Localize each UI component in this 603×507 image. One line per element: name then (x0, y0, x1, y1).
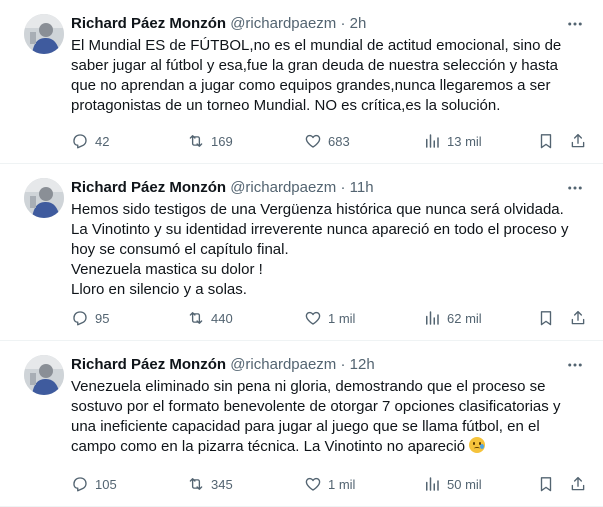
reply-button[interactable]: 95 (71, 306, 109, 330)
retweet-button[interactable]: 440 (187, 306, 233, 330)
tweet[interactable]: Richard Páez Monzón @richardpaezm · 12h … (0, 341, 603, 507)
heart-icon (305, 477, 321, 491)
separator-dot: · (340, 179, 346, 196)
tweet-header: Richard Páez Monzón @richardpaezm · 11h (71, 178, 374, 198)
tweet-text-line: Lloro en silencio y a solas. (71, 281, 247, 298)
profile-photo (24, 355, 64, 395)
author-handle[interactable]: @richardpaezm (230, 356, 336, 373)
more-options-icon[interactable] (563, 12, 587, 36)
retweet-count: 440 (211, 310, 233, 326)
tweet-text: Venezuela eliminado sin pena ni gloria, … (71, 377, 589, 457)
retweet-button[interactable]: 345 (187, 472, 233, 496)
retweet-icon (189, 135, 203, 147)
reply-count: 105 (95, 476, 117, 492)
share-icon (571, 133, 585, 148)
bookmark-icon (540, 311, 552, 326)
share-button[interactable] (569, 472, 587, 496)
heart-icon (305, 311, 321, 325)
tweet-text-line: una ineficiente capacidad para jugar al … (71, 418, 540, 435)
tweet-text-line: campo como en la pizarra técnica. La Vin… (71, 438, 466, 455)
retweet-count: 345 (211, 476, 233, 492)
profile-photo (24, 14, 64, 54)
tweet-text-line: Venezuela mastica su dolor ! (71, 261, 263, 278)
tweet-timestamp[interactable]: 11h (350, 179, 374, 196)
share-button[interactable] (569, 306, 587, 330)
tweet-text-line: que no aprendan a jugar como equipos gra… (71, 77, 551, 94)
author-name[interactable]: Richard Páez Monzón (71, 356, 226, 373)
author-name[interactable]: Richard Páez Monzón (71, 15, 226, 32)
tweet-timestamp[interactable]: 12h (350, 356, 375, 373)
profile-photo (24, 178, 64, 218)
author-handle[interactable]: @richardpaezm (230, 15, 336, 32)
reply-icon (73, 477, 87, 492)
tweet-text-line: La Vinotinto y su identidad irreverente … (71, 221, 569, 238)
view-count: 13 mil (447, 133, 482, 149)
views-chart-icon (426, 311, 439, 325)
tweet-text-line-wrap: campo como en la pizarra técnica. La Vin… (71, 437, 589, 457)
retweet-icon (189, 312, 203, 324)
views-button[interactable]: 62 mil (423, 306, 482, 330)
avatar[interactable] (24, 14, 64, 54)
separator-dot: · (340, 15, 346, 32)
tweet-text-line: El Mundial ES de FÚTBOL,no es el mundial… (71, 37, 562, 54)
bookmark-icon (540, 477, 552, 492)
like-button[interactable]: 1 mil (304, 306, 355, 330)
view-count: 62 mil (447, 310, 482, 326)
author-name[interactable]: Richard Páez Monzón (71, 179, 226, 196)
tweet-text-line: sostuvo por el formato benevolente de ot… (71, 398, 561, 415)
share-icon (571, 476, 585, 491)
retweet-count: 169 (211, 133, 233, 149)
views-button[interactable]: 50 mil (423, 472, 482, 496)
bookmark-button[interactable] (537, 129, 555, 153)
tweet-text: El Mundial ES de FÚTBOL,no es el mundial… (71, 36, 589, 116)
reply-button[interactable]: 105 (71, 472, 117, 496)
reply-count: 42 (95, 133, 110, 149)
tweet-text-line: Venezuela eliminado sin pena ni gloria, … (71, 378, 546, 395)
tweet[interactable]: Richard Páez Monzón @richardpaezm · 2h E… (0, 0, 603, 164)
avatar[interactable] (24, 355, 64, 395)
more-options-icon[interactable] (563, 176, 587, 200)
tweet-text-line: hoy se consumó el capítulo final. (71, 241, 289, 258)
views-button[interactable]: 13 mil (423, 129, 482, 153)
tweet-actions: 42 169 683 13 mil (71, 129, 589, 153)
reply-icon (73, 311, 87, 326)
tweet-header: Richard Páez Monzón @richardpaezm · 12h (71, 355, 375, 375)
like-count: 683 (328, 133, 350, 149)
views-chart-icon (426, 477, 439, 491)
view-count: 50 mil (447, 476, 482, 492)
tweet-header: Richard Páez Monzón @richardpaezm · 2h (71, 14, 366, 34)
like-button[interactable]: 1 mil (304, 472, 355, 496)
bookmark-icon (540, 134, 552, 149)
reply-button[interactable]: 42 (71, 129, 109, 153)
like-count: 1 mil (328, 310, 356, 326)
reply-icon (73, 134, 87, 149)
views-chart-icon (426, 134, 439, 148)
tweet[interactable]: Richard Páez Monzón @richardpaezm · 11h … (0, 164, 603, 341)
tweet-actions: 95 440 1 mil 62 mil (71, 306, 589, 330)
crying-face-emoji (469, 437, 486, 453)
bookmark-button[interactable] (537, 306, 555, 330)
avatar[interactable] (24, 178, 64, 218)
tweet-text: Hemos sido testigos de una Vergüenza his… (71, 200, 589, 300)
more-options-icon[interactable] (563, 353, 587, 377)
tweet-text-line: protagonistas de un torneo Mundial. NO e… (71, 97, 501, 114)
bookmark-button[interactable] (537, 472, 555, 496)
author-handle[interactable]: @richardpaezm (230, 179, 336, 196)
timeline-feed: Richard Páez Monzón @richardpaezm · 2h E… (0, 0, 603, 507)
tweet-text-line: Hemos sido testigos de una Vergüenza his… (71, 201, 564, 218)
tweet-text-line: saber jugar al fútbol y esa,fue la gran … (71, 57, 558, 74)
reply-count: 95 (95, 310, 110, 326)
heart-icon (305, 134, 321, 148)
tweet-actions: 105 345 1 mil 50 mil (71, 472, 589, 496)
share-button[interactable] (569, 129, 587, 153)
tweet-timestamp[interactable]: 2h (350, 15, 367, 32)
retweet-button[interactable]: 169 (187, 129, 233, 153)
separator-dot: · (340, 356, 346, 373)
like-button[interactable]: 683 (304, 129, 350, 153)
like-count: 1 mil (328, 476, 356, 492)
share-icon (571, 310, 585, 325)
retweet-icon (189, 478, 203, 490)
